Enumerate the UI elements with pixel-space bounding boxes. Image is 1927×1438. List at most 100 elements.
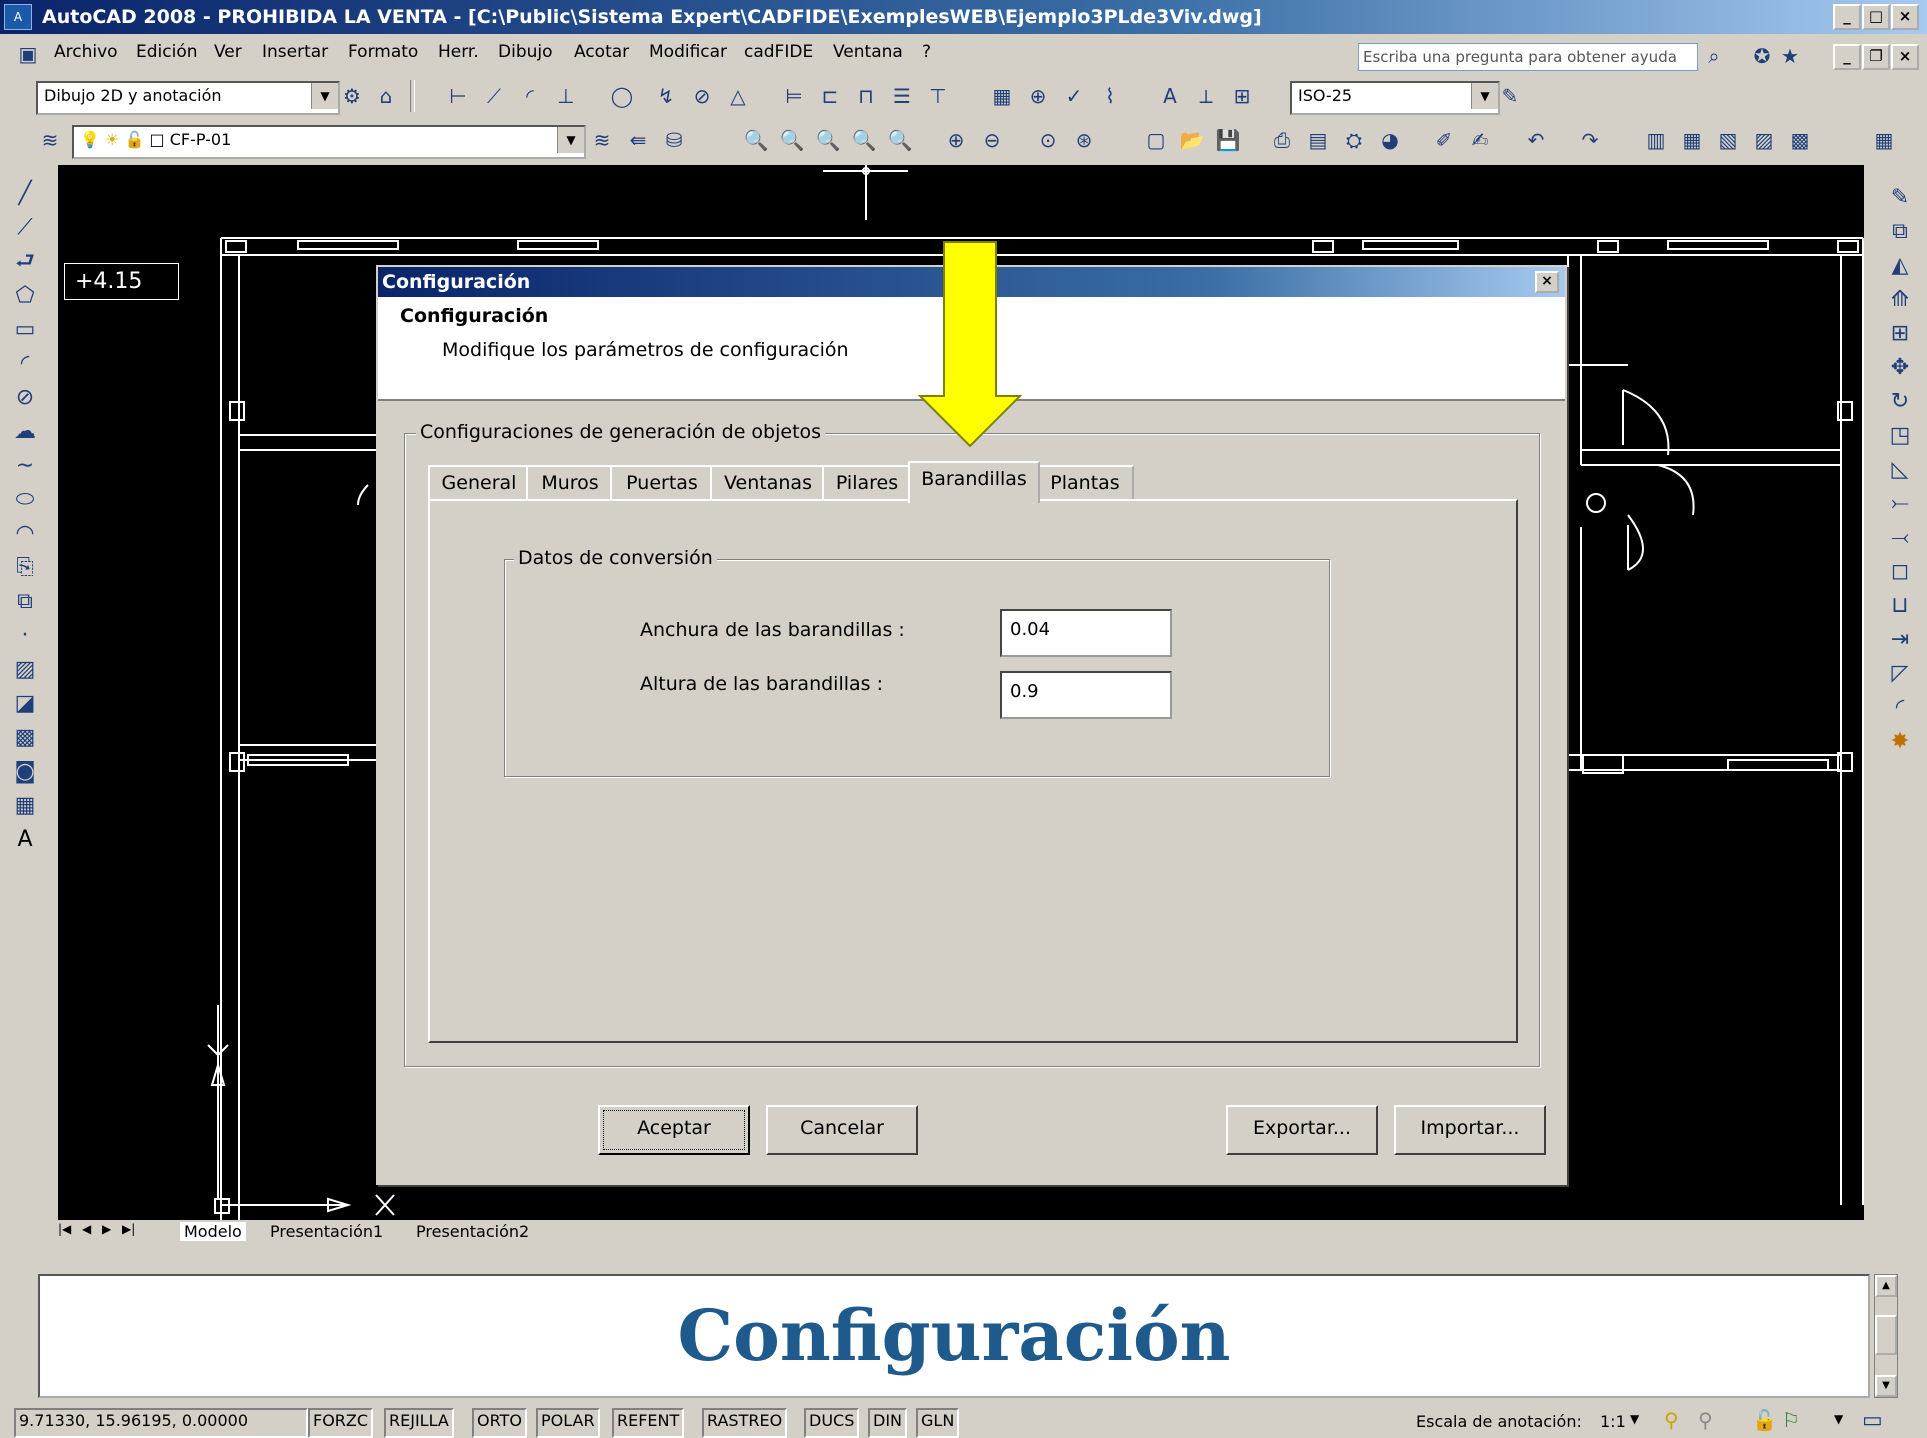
dim-space-icon[interactable]: ☰ [888, 82, 916, 110]
gradient-icon[interactable]: ◪ [8, 687, 42, 721]
spline-icon[interactable]: ∼ [8, 449, 42, 483]
fillet-icon[interactable]: ◜ [1883, 691, 1917, 725]
tab-plantas[interactable]: Plantas [1036, 465, 1134, 501]
menu-archivo[interactable]: Archivo [54, 42, 118, 62]
chevron-down-icon[interactable]: ▼ [557, 127, 584, 153]
baseline-dim-icon[interactable]: ⊏ [816, 82, 844, 110]
polygon-icon[interactable]: ⬠ [8, 279, 42, 313]
insert-block-icon[interactable]: ⎘ [8, 551, 42, 585]
tab-presentacion2[interactable]: Presentación2 [416, 1222, 529, 1241]
toggle-refent[interactable]: REFENT [612, 1408, 685, 1438]
redo-icon[interactable]: ↷ [1576, 126, 1604, 154]
make-block-icon[interactable]: ⧉ [8, 585, 42, 619]
clean-screen-icon[interactable]: ▭ [1862, 1408, 1883, 1433]
break-at-point-icon[interactable]: ◻ [1883, 555, 1917, 589]
join-icon[interactable]: ⇥ [1883, 623, 1917, 657]
undo-icon[interactable]: ↶ [1522, 126, 1550, 154]
stretch-icon[interactable]: ◺ [1883, 453, 1917, 487]
lock-icon[interactable]: 🔓 [1752, 1408, 1777, 1432]
chamfer-icon[interactable]: ◸ [1883, 657, 1917, 691]
trim-icon[interactable]: ⤚ [1883, 487, 1917, 521]
doc-restore-button[interactable]: ❐ [1862, 44, 1890, 70]
coordinates-display[interactable]: 9.71330, 15.96195, 0.00000 [14, 1408, 308, 1438]
calculator-icon[interactable]: ▦ [1870, 126, 1898, 154]
annotation-scale-value[interactable]: 1:1 [1600, 1412, 1626, 1431]
railing-width-input[interactable]: 0.04 [1000, 609, 1172, 657]
search-icon[interactable]: ⌕ [1700, 42, 1728, 70]
help-search-input[interactable]: Escriba una pregunta para obtener ayuda [1358, 43, 1698, 71]
radius-dim-icon[interactable]: ◯ [608, 82, 636, 110]
tolerance-icon[interactable]: ▦ [988, 82, 1016, 110]
dimstyle-manager-icon[interactable]: ✎ [1496, 82, 1524, 110]
diameter-dim-icon[interactable]: ⊘ [688, 82, 716, 110]
chevron-down-icon[interactable]: ▼ [1630, 1412, 1639, 1426]
toggle-gln[interactable]: GLN [916, 1408, 960, 1438]
zoom-realtime-icon[interactable]: 🔍 [742, 126, 770, 154]
chevron-down-icon[interactable]: ▼ [1834, 1412, 1843, 1426]
aligned-dim-icon[interactable]: ⟋ [480, 82, 508, 110]
communication-icon[interactable]: ✪ [1748, 42, 1776, 70]
tab-puertas[interactable]: Puertas [610, 465, 714, 501]
communication-center-icon[interactable]: ⚐ [1782, 1408, 1800, 1432]
zoom-scale-icon[interactable]: 🔍 [850, 126, 878, 154]
layer-previous-icon[interactable]: ⇚ [624, 126, 652, 154]
workspace-select[interactable]: Dibujo 2D y anotación ▼ [36, 81, 340, 115]
sheet-set-icon[interactable]: ▨ [1750, 126, 1778, 154]
plot-icon[interactable]: ⎙ [1268, 126, 1296, 154]
toggle-rejilla[interactable]: REJILLA [384, 1408, 454, 1438]
open-file-icon[interactable]: 📂 [1178, 126, 1206, 154]
doc-minimize-button[interactable]: _ [1833, 44, 1861, 70]
first-tab-icon[interactable]: |◀ [58, 1222, 71, 1236]
tab-barandillas[interactable]: Barandillas [908, 461, 1040, 503]
zoom-out-icon[interactable]: ⊖ [978, 126, 1006, 154]
offset-icon[interactable]: ⟰ [1883, 283, 1917, 317]
command-scrollbar[interactable]: ▲ ▼ [1874, 1274, 1898, 1398]
ellipse-icon[interactable]: ⬭ [8, 483, 42, 517]
toggle-forzc[interactable]: FORZC [308, 1408, 374, 1438]
document-icon[interactable]: ▣ [14, 40, 42, 68]
jogged-linear-icon[interactable]: ⌇ [1096, 82, 1124, 110]
design-center-icon[interactable]: ▦ [1678, 126, 1706, 154]
menu-acotar[interactable]: Acotar [574, 42, 629, 62]
rotate-icon[interactable]: ↻ [1883, 385, 1917, 419]
inspect-icon[interactable]: ✓ [1060, 82, 1088, 110]
last-tab-icon[interactable]: ▶| [122, 1222, 135, 1236]
doc-close-button[interactable]: × [1891, 44, 1919, 70]
table-icon[interactable]: ▦ [8, 789, 42, 823]
workspace-settings-icon[interactable]: ⚙ [338, 82, 366, 110]
annotation-visibility-icon[interactable]: ⚲ [1664, 1408, 1679, 1432]
polyline-icon[interactable]: ⮐ [8, 245, 42, 279]
new-file-icon[interactable]: ▢ [1142, 126, 1170, 154]
dim-update-icon[interactable]: ⊞ [1228, 82, 1256, 110]
zoom-window-icon[interactable]: 🔍 [778, 126, 806, 154]
accept-button[interactable]: Aceptar [598, 1105, 750, 1155]
zoom-in-icon[interactable]: ⊕ [942, 126, 970, 154]
erase-icon[interactable]: ✎ [1883, 181, 1917, 215]
dimstyle-select[interactable]: ISO-25 ▼ [1290, 81, 1500, 115]
tool-palettes-icon[interactable]: ▧ [1714, 126, 1742, 154]
tab-pilares[interactable]: Pilares [822, 465, 912, 501]
menu-cadfide[interactable]: cadFIDE [744, 42, 813, 62]
3d-dwf-icon[interactable]: ◕ [1376, 126, 1404, 154]
dim-text-edit-icon[interactable]: ⟂ [1192, 82, 1220, 110]
match-properties-icon[interactable]: ✐ [1430, 126, 1458, 154]
layer-select[interactable]: 💡 ☀ 🔓 □ CF-P-01 ▼ [72, 125, 586, 159]
menu-edicion[interactable]: Edición [136, 42, 198, 62]
scroll-down-icon[interactable]: ▼ [1875, 1375, 1897, 1397]
chevron-down-icon[interactable]: ▼ [311, 83, 338, 109]
continue-dim-icon[interactable]: ⊓ [852, 82, 880, 110]
menu-dibujo[interactable]: Dibujo [498, 42, 553, 62]
construction-line-icon[interactable]: ⟋ [8, 211, 42, 245]
properties-icon[interactable]: ▥ [1642, 126, 1670, 154]
center-mark-icon[interactable]: ⊕ [1024, 82, 1052, 110]
move-icon[interactable]: ✥ [1883, 351, 1917, 385]
dialog-close-button[interactable]: × [1535, 271, 1559, 293]
ordinate-dim-icon[interactable]: ⊥ [552, 82, 580, 110]
dim-edit-icon[interactable]: A [1156, 82, 1184, 110]
make-current-layer-icon[interactable]: ≋ [588, 126, 616, 154]
publish-icon[interactable]: ⛭ [1340, 126, 1368, 154]
minimize-button[interactable]: _ [1833, 4, 1861, 30]
hatch-icon[interactable]: ▨ [8, 653, 42, 687]
maximize-button[interactable]: □ [1862, 4, 1890, 30]
array-icon[interactable]: ⊞ [1883, 317, 1917, 351]
